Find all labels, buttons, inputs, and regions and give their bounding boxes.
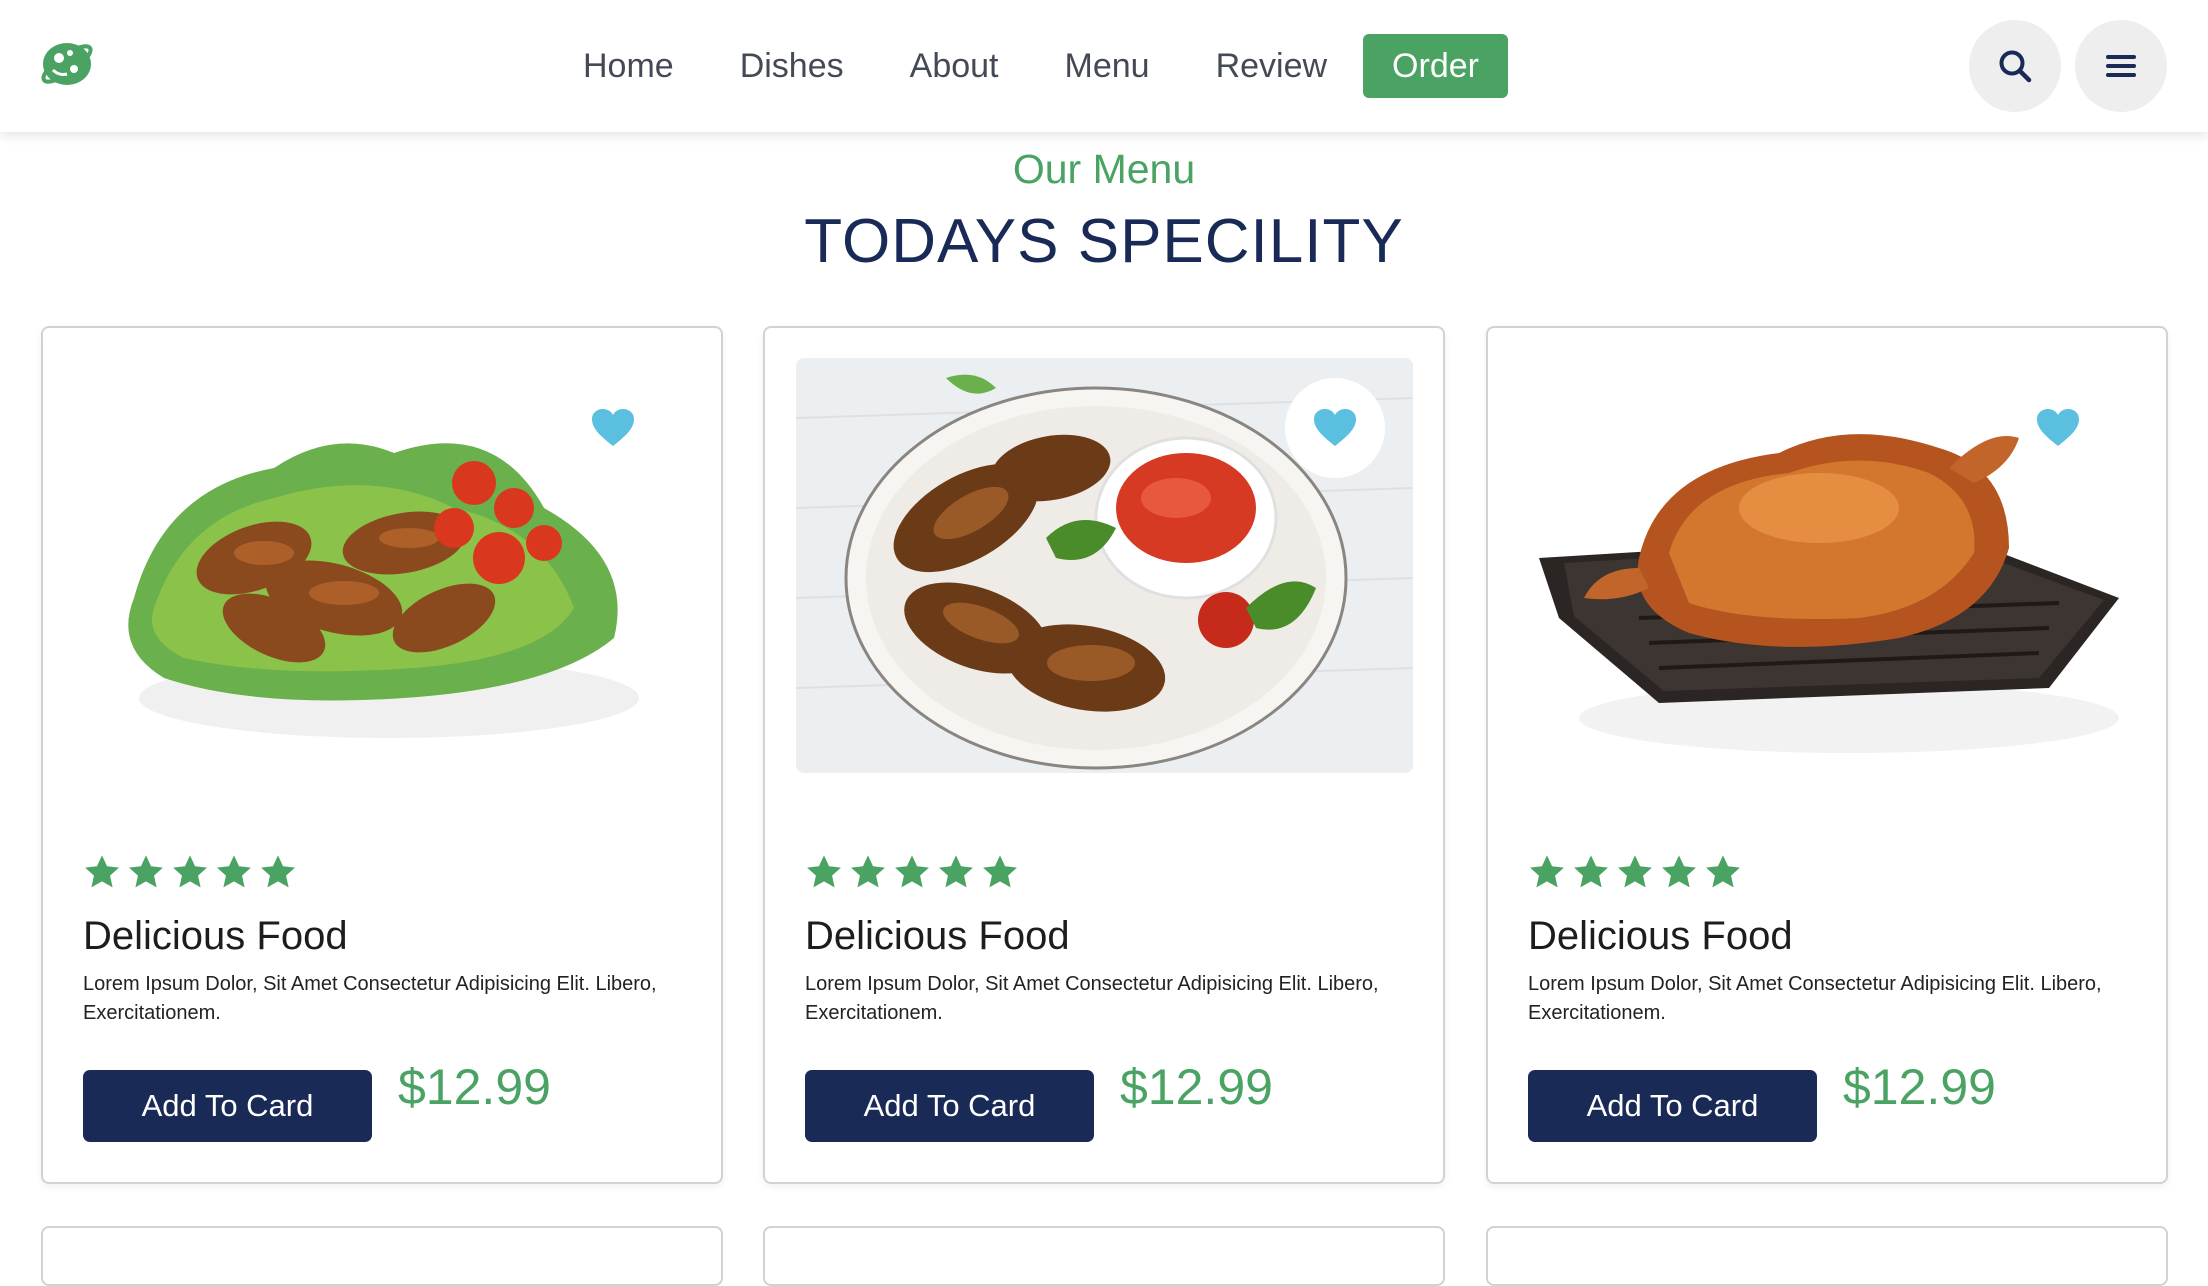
star-icon bbox=[261, 855, 295, 888]
nav-home-link[interactable]: Home bbox=[550, 34, 707, 98]
search-button[interactable] bbox=[1969, 20, 2061, 112]
dish-price: $12.99 bbox=[1843, 1059, 1996, 1115]
dish-card: Delicious Food Lorem Ipsum Dolor, Sit Am… bbox=[1486, 326, 2168, 1184]
star-icon bbox=[1662, 855, 1696, 888]
search-icon bbox=[1999, 50, 2032, 83]
star-icon bbox=[895, 855, 929, 888]
star-icon bbox=[129, 855, 163, 888]
favorite-button[interactable] bbox=[563, 378, 663, 478]
add-to-card-button[interactable]: Add To Card bbox=[1528, 1070, 1817, 1142]
favorite-button[interactable] bbox=[1285, 378, 1385, 478]
add-to-card-button[interactable]: Add To Card bbox=[805, 1070, 1094, 1142]
site-header: Home Dishes About Menu Review Order bbox=[0, 0, 2208, 132]
rating-stars bbox=[83, 853, 303, 893]
heart-icon bbox=[1314, 409, 1356, 446]
hamburger-menu-icon bbox=[2106, 55, 2136, 77]
rating-stars bbox=[1528, 853, 1748, 893]
heart-icon bbox=[592, 409, 634, 446]
section-subtitle: Our Menu bbox=[1012, 146, 1196, 192]
star-icon bbox=[1706, 855, 1740, 888]
nav-menu-link[interactable]: Menu bbox=[1032, 34, 1183, 98]
dish-card-next-row bbox=[41, 1226, 723, 1286]
star-icon bbox=[217, 855, 251, 888]
dish-description: Lorem Ipsum Dolor, Sit Amet Consectetur … bbox=[83, 973, 657, 1024]
star-icon bbox=[983, 855, 1017, 888]
menu-button[interactable] bbox=[2075, 20, 2167, 112]
add-to-card-button[interactable]: Add To Card bbox=[83, 1070, 372, 1142]
dish-description: Lorem Ipsum Dolor, Sit Amet Consectetur … bbox=[805, 973, 1379, 1024]
rating-stars bbox=[805, 853, 1025, 893]
heart-icon bbox=[2037, 409, 2079, 446]
nav-dishes-link[interactable]: Dishes bbox=[707, 34, 877, 98]
star-icon bbox=[807, 855, 841, 888]
section-title: TODAYS SPECILITY bbox=[804, 207, 1404, 276]
dish-description: Lorem Ipsum Dolor, Sit Amet Consectetur … bbox=[1528, 973, 2102, 1024]
dish-price: $12.99 bbox=[398, 1059, 551, 1115]
star-icon bbox=[851, 855, 885, 888]
star-icon bbox=[939, 855, 973, 888]
dish-price: $12.99 bbox=[1120, 1059, 1273, 1115]
star-icon bbox=[1574, 855, 1608, 888]
dish-card-next-row bbox=[763, 1226, 1445, 1286]
star-icon bbox=[85, 855, 119, 888]
main-nav: Home Dishes About Menu Review Order bbox=[550, 34, 1508, 98]
logo-icon[interactable] bbox=[37, 36, 97, 92]
star-icon bbox=[1618, 855, 1652, 888]
dish-card: Delicious Food Lorem Ipsum Dolor, Sit Am… bbox=[763, 326, 1445, 1184]
nav-order-link[interactable]: Order bbox=[1363, 34, 1508, 98]
dish-card-next-row bbox=[1486, 1226, 2168, 1286]
star-icon bbox=[1530, 855, 1564, 888]
dish-title: Delicious Food bbox=[805, 914, 1070, 958]
nav-about-link[interactable]: About bbox=[877, 34, 1032, 98]
star-icon bbox=[173, 855, 207, 888]
nav-review-link[interactable]: Review bbox=[1183, 34, 1360, 98]
dish-card: Delicious Food Lorem Ipsum Dolor, Sit Am… bbox=[41, 326, 723, 1184]
favorite-button[interactable] bbox=[2008, 378, 2108, 478]
dish-title: Delicious Food bbox=[1528, 914, 1793, 958]
dish-title: Delicious Food bbox=[83, 914, 348, 958]
